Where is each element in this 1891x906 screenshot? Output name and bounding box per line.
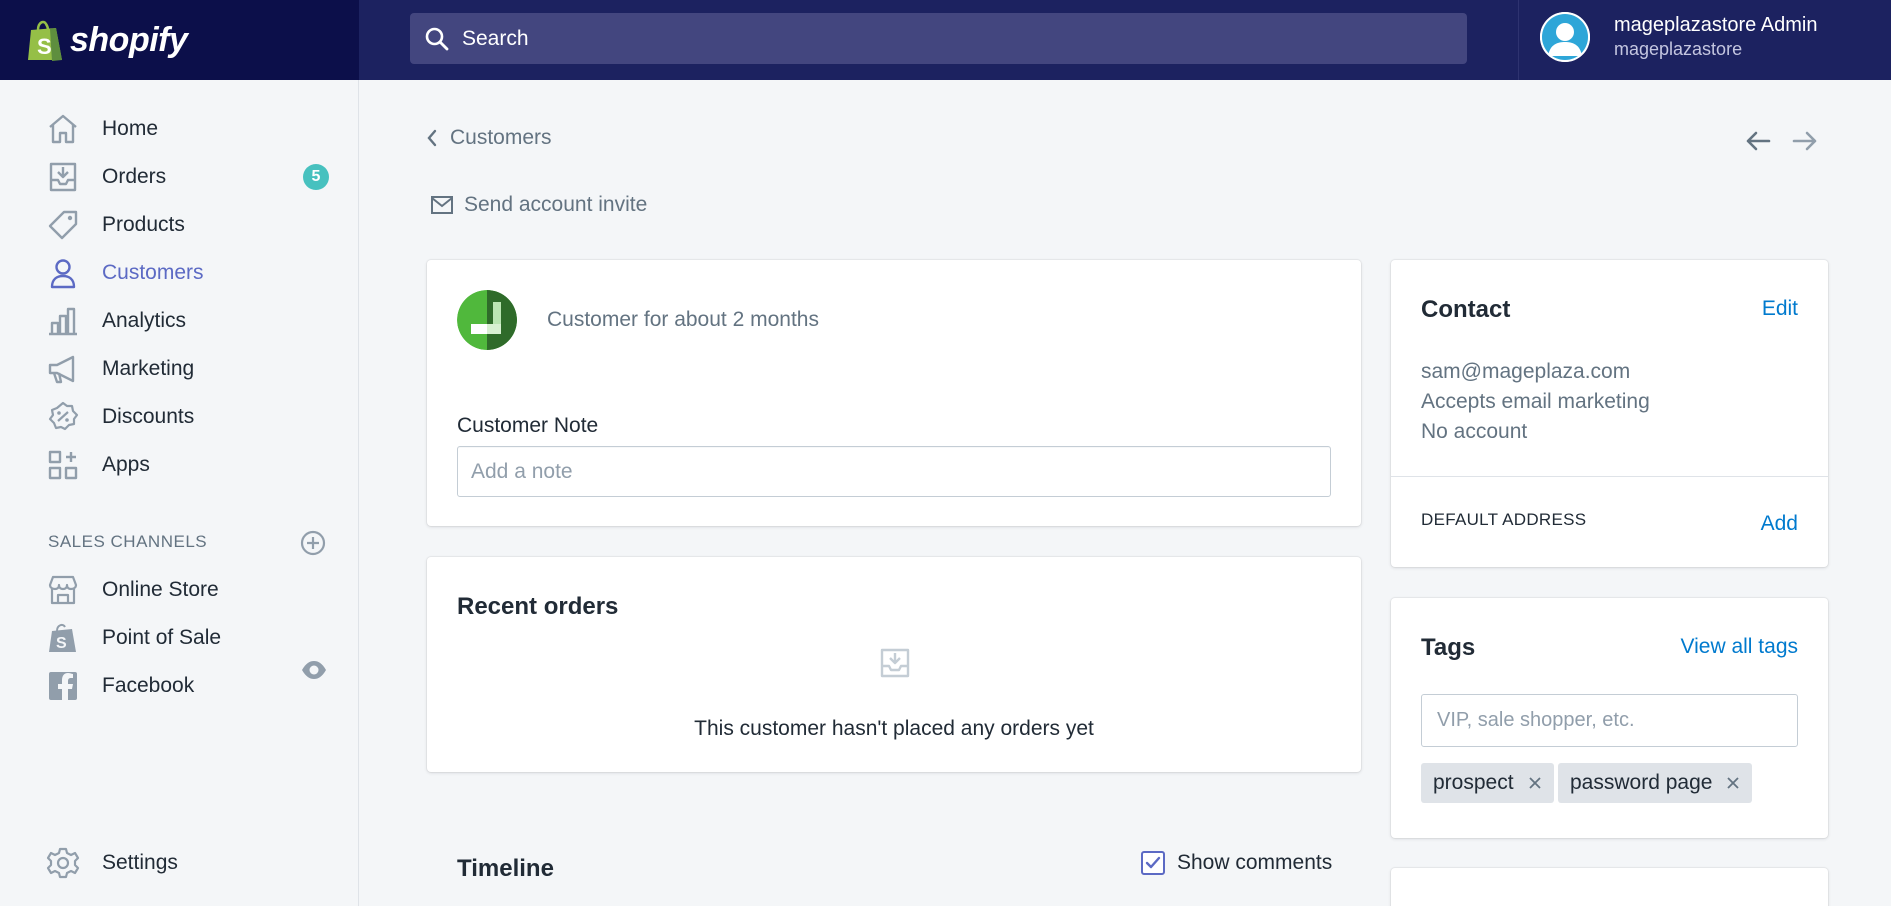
products-icon bbox=[48, 210, 78, 240]
no-orders-message: This customer hasn't placed any orders y… bbox=[694, 717, 1094, 740]
contact-title: Contact bbox=[1421, 296, 1511, 323]
customer-avatar-icon bbox=[457, 290, 517, 350]
tag-label: password page bbox=[1570, 771, 1713, 794]
search-placeholder: Search bbox=[462, 26, 529, 50]
show-comments-checkbox[interactable]: Show comments bbox=[1141, 851, 1332, 875]
sidebar-item-label: Orders bbox=[102, 165, 167, 188]
email-marketing-status: Accepts email marketing bbox=[1421, 390, 1650, 413]
tags-card: Tags View all tags VIP, sale shopper, et… bbox=[1391, 598, 1828, 838]
sidebar-item-label: Online Store bbox=[102, 578, 219, 601]
tags-title: Tags bbox=[1421, 634, 1476, 661]
user-store: mageplazastore bbox=[1614, 39, 1743, 59]
recent-orders-title: Recent orders bbox=[457, 593, 619, 620]
online-store-icon bbox=[48, 575, 78, 605]
envelope-icon bbox=[431, 196, 453, 214]
analytics-icon bbox=[49, 307, 77, 336]
sidebar-item-label: Apps bbox=[102, 453, 150, 476]
sidebar-item-marketing[interactable]: Marketing bbox=[0, 347, 358, 391]
orders-icon bbox=[49, 162, 77, 192]
sidebar-item-settings[interactable]: Settings bbox=[0, 841, 358, 885]
sidebar-item-label: Point of Sale bbox=[102, 626, 222, 649]
sidebar-item-point-of-sale[interactable]: S Point of Sale bbox=[0, 616, 358, 660]
breadcrumb[interactable]: Customers bbox=[424, 126, 552, 150]
chevron-left-icon bbox=[427, 129, 437, 147]
tags-input[interactable]: VIP, sale shopper, etc. bbox=[1421, 694, 1798, 747]
tag-label: prospect bbox=[1433, 771, 1514, 794]
sidebar-item-apps[interactable]: Apps bbox=[0, 443, 358, 487]
sidebar-item-label: Settings bbox=[102, 851, 178, 874]
recent-orders-card: Recent orders This customer hasn't place… bbox=[427, 557, 1361, 772]
user-name: mageplazastore Admin bbox=[1614, 14, 1818, 36]
previous-customer-arrow-icon[interactable] bbox=[1743, 126, 1773, 156]
apps-icon bbox=[48, 450, 78, 480]
tag-password-page: password page bbox=[1558, 763, 1753, 803]
remove-tag-icon[interactable] bbox=[1726, 776, 1740, 790]
sidebar-item-label: Marketing bbox=[102, 357, 195, 380]
sidebar: Home Orders 5 Products Customers Analyti… bbox=[0, 80, 359, 906]
next-card bbox=[1391, 868, 1828, 906]
timeline-title: Timeline bbox=[457, 855, 554, 882]
next-customer-arrow-icon[interactable] bbox=[1790, 126, 1820, 156]
remove-tag-icon[interactable] bbox=[1528, 776, 1542, 790]
orders-badge: 5 bbox=[303, 164, 329, 190]
home-icon bbox=[49, 114, 77, 144]
send-account-invite-button[interactable]: Send account invite bbox=[430, 193, 647, 217]
svg-text:S: S bbox=[56, 635, 67, 652]
facebook-icon bbox=[49, 672, 77, 700]
avatar bbox=[1540, 12, 1590, 62]
empty-orders-icon bbox=[880, 648, 910, 678]
svg-text:S: S bbox=[37, 34, 52, 59]
sidebar-item-analytics[interactable]: Analytics bbox=[0, 299, 358, 343]
customer-email-link[interactable]: sam@mageplaza.com bbox=[1421, 360, 1630, 384]
sidebar-item-label: Facebook bbox=[102, 674, 195, 697]
shopify-bag-icon: S bbox=[28, 20, 62, 61]
user-separator bbox=[1518, 0, 1519, 80]
search-icon bbox=[425, 27, 449, 50]
edit-contact-link[interactable]: Edit bbox=[1762, 297, 1798, 321]
point-of-sale-icon: S bbox=[49, 623, 76, 652]
top-bar: S shopify Search mageplazastore Admin ma… bbox=[0, 0, 1891, 80]
sidebar-item-discounts[interactable]: Discounts bbox=[0, 395, 358, 439]
sidebar-item-orders[interactable]: Orders 5 bbox=[0, 155, 358, 199]
customers-icon bbox=[50, 259, 76, 289]
view-all-tags-link[interactable]: View all tags bbox=[1680, 635, 1798, 659]
sidebar-item-label: Analytics bbox=[102, 309, 187, 332]
brand-wordmark: shopify bbox=[70, 20, 188, 59]
send-invite-label: Send account invite bbox=[464, 193, 648, 216]
user-menu[interactable]: mageplazastore Admin mageplazastore bbox=[1540, 12, 1817, 62]
customer-note-label: Customer Note bbox=[457, 414, 599, 437]
tag-prospect: prospect bbox=[1421, 763, 1554, 803]
checkmark-icon bbox=[1145, 856, 1161, 869]
shopify-logo[interactable]: S shopify bbox=[0, 0, 359, 80]
settings-icon bbox=[46, 847, 80, 879]
show-comments-label: Show comments bbox=[1177, 851, 1333, 874]
search-bar[interactable]: Search bbox=[410, 13, 1467, 64]
sales-channels-title: SALES CHANNELS bbox=[48, 532, 208, 551]
discounts-icon bbox=[48, 401, 79, 431]
contact-card: Contact Edit sam@mageplaza.com Accepts e… bbox=[1391, 260, 1828, 567]
sidebar-item-label: Products bbox=[102, 213, 185, 236]
sidebar-item-label: Discounts bbox=[102, 405, 195, 428]
customer-since: Customer for about 2 months bbox=[547, 308, 819, 331]
sidebar-item-home[interactable]: Home bbox=[0, 107, 358, 151]
user-avatar-icon bbox=[1540, 12, 1590, 62]
add-channel-icon[interactable] bbox=[300, 530, 326, 556]
marketing-icon bbox=[48, 355, 75, 384]
sidebar-item-products[interactable]: Products bbox=[0, 203, 358, 247]
sidebar-item-facebook[interactable]: Facebook bbox=[0, 664, 358, 708]
customer-overview-card: Customer for about 2 months Customer Not… bbox=[427, 260, 1361, 526]
sidebar-item-label: Home bbox=[102, 117, 159, 140]
checkbox[interactable] bbox=[1141, 851, 1165, 875]
default-address-title: DEFAULT ADDRESS bbox=[1421, 510, 1587, 529]
divider bbox=[1391, 476, 1828, 477]
sidebar-item-online-store[interactable]: Online Store bbox=[0, 568, 358, 612]
customer-note-input[interactable]: Add a note bbox=[457, 446, 1331, 497]
sidebar-item-label: Customers bbox=[102, 261, 204, 284]
breadcrumb-customers: Customers bbox=[450, 126, 552, 149]
customer-avatar bbox=[457, 290, 517, 350]
sidebar-item-customers[interactable]: Customers bbox=[0, 251, 358, 295]
account-status: No account bbox=[1421, 420, 1528, 443]
add-address-link[interactable]: Add bbox=[1761, 512, 1798, 536]
